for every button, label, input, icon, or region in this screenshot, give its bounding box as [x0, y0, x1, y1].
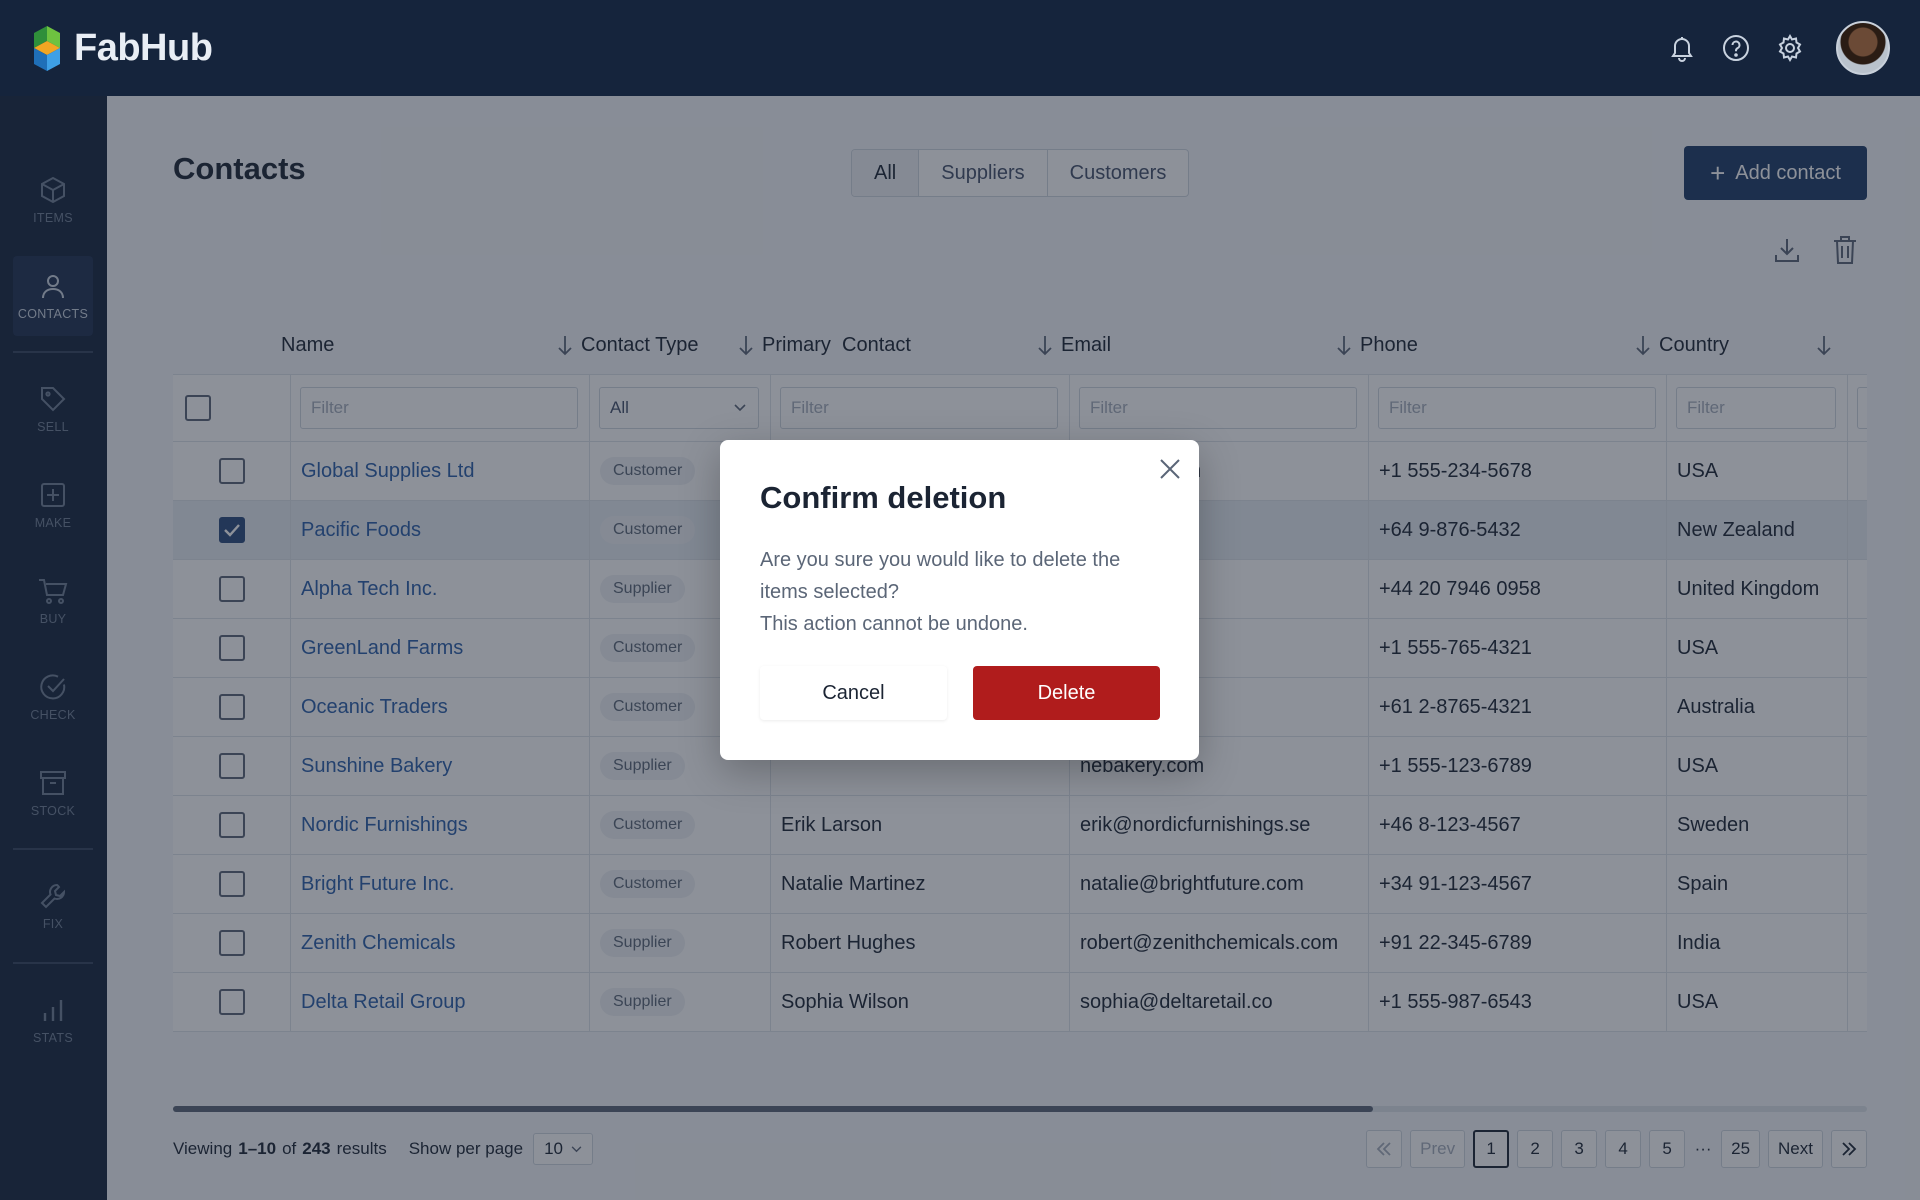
delete-button[interactable]: Delete: [973, 666, 1160, 720]
gear-icon[interactable]: [1774, 32, 1806, 64]
cancel-button[interactable]: Cancel: [760, 666, 947, 720]
app-name: FabHub: [74, 26, 213, 69]
dialog-message: Are you sure you would like to delete th…: [760, 544, 1160, 640]
dialog-title: Confirm deletion: [760, 480, 1007, 515]
dialog-message-line: Are you sure you would like to delete th…: [760, 549, 1121, 603]
logo[interactable]: FabHub: [30, 21, 213, 75]
avatar[interactable]: [1836, 21, 1890, 75]
bell-icon[interactable]: [1666, 32, 1698, 64]
top-bar: FabHub: [0, 0, 1920, 96]
confirm-deletion-dialog: Confirm deletion Are you sure you would …: [720, 440, 1199, 760]
help-circle-icon[interactable]: [1720, 32, 1752, 64]
fabhub-logo-icon: [34, 26, 60, 71]
close-icon[interactable]: [1155, 454, 1185, 484]
dialog-warning-line: This action cannot be undone.: [760, 613, 1028, 635]
